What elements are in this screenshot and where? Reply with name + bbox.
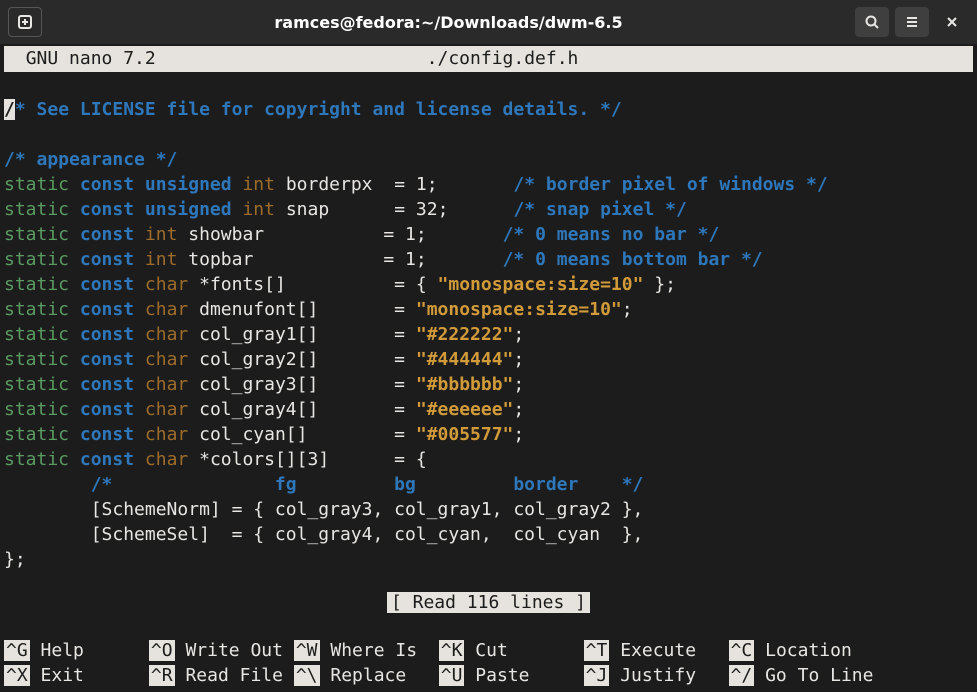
key-exit[interactable]: ^X [4,665,30,686]
cursor: / [4,99,15,120]
key-gotoline[interactable]: ^/ [729,665,755,686]
close-window-button[interactable] [935,7,969,37]
nano-app-name: GNU nano 7.2 [26,48,156,69]
key-justify[interactable]: ^J [584,665,610,686]
search-button[interactable] [855,7,889,37]
key-paste[interactable]: ^U [439,665,465,686]
nano-header-bar: GNU nano 7.2 ./config.def.h [4,46,973,72]
key-replace[interactable]: ^\ [294,665,320,686]
shortcut-row-2: ^X Exit ^R Read File ^\ Replace ^U Paste… [4,665,873,686]
nano-shortcuts: ^G Help ^O Write Out ^W Where Is ^K Cut … [0,613,977,692]
nano-filename: ./config.def.h [427,48,579,69]
window-titlebar: ramces@fedora:~/Downloads/dwm-6.5 [0,0,977,44]
window-title: ramces@fedora:~/Downloads/dwm-6.5 [48,13,849,32]
new-tab-button[interactable] [8,7,42,37]
editor-area[interactable]: /* See LICENSE file for copyright and li… [0,72,977,572]
nano-status-line: [ Read 116 lines ] [0,592,977,613]
hamburger-menu-button[interactable] [895,7,929,37]
key-readfile[interactable]: ^R [149,665,175,686]
